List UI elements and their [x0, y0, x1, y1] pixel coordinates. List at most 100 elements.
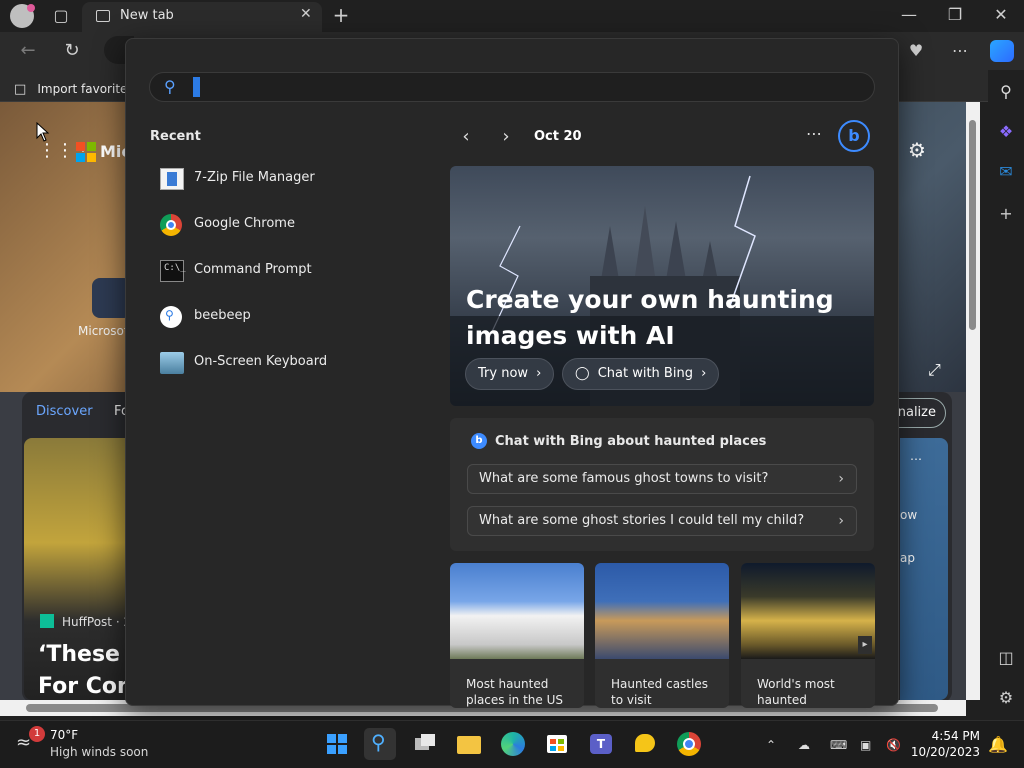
suggestion-label: What are some famous ghost towns to visi… — [479, 471, 769, 486]
castle-image — [595, 563, 729, 659]
feed-tab-discover[interactable]: Discover — [36, 404, 93, 419]
more-options-icon[interactable]: ⋯ — [806, 124, 823, 143]
bing-icon[interactable]: b — [838, 120, 870, 152]
sidebar-settings-icon[interactable]: ⚙ — [994, 686, 1018, 710]
recent-item-cmd[interactable]: C:\_ Command Prompt — [158, 254, 428, 288]
weather-card-button[interactable]: ap — [900, 551, 915, 565]
recent-item-7zip[interactable]: 7-Zip File Manager — [158, 162, 428, 196]
store-icon[interactable] — [541, 728, 573, 760]
hero-title: Create your own haunting images with AI — [466, 285, 834, 350]
chrome-icon — [160, 214, 182, 236]
taskbar-search-icon[interactable]: ⚲ — [364, 728, 396, 760]
recent-item-label: On-Screen Keyboard — [194, 354, 328, 369]
huffpost-logo — [40, 614, 54, 628]
outlook-icon[interactable]: ✉ — [994, 160, 1018, 184]
restore-icon[interactable]: ❐ — [944, 4, 966, 26]
thumb-worlds-most-haunted[interactable]: World's most haunted — [741, 563, 875, 708]
chevron-right-icon: › — [838, 471, 844, 487]
vertical-scroll-thumb[interactable] — [969, 120, 976, 330]
search-icon: ⚲ — [160, 306, 182, 328]
news-source: HuffPost · 2 — [62, 615, 132, 629]
recent-item-osk[interactable]: On-Screen Keyboard — [158, 346, 428, 380]
thumb-caption: Haunted castles to visit — [611, 677, 708, 707]
previous-icon[interactable]: ‹ — [456, 126, 476, 148]
app-tile-label: Microsof — [78, 324, 129, 338]
recent-item-label: Command Prompt — [194, 262, 312, 277]
more-menu-icon[interactable]: ⋯ — [948, 40, 972, 62]
search-box-icon: ⚲ — [164, 77, 176, 96]
import-icon: □ — [14, 82, 27, 97]
weather-badge: 1 — [29, 726, 45, 742]
sticky-notes-icon[interactable] — [629, 728, 661, 760]
suggestion-ghost-stories[interactable]: What are some ghost stories I could tell… — [467, 506, 857, 536]
text-cursor — [193, 77, 200, 97]
volume-muted-icon[interactable]: 🔇 — [886, 738, 901, 752]
settings-icon[interactable]: ⚙ — [908, 138, 926, 162]
search-icon[interactable]: ⚲ — [994, 80, 1018, 104]
recent-item-label: beebeep — [194, 308, 251, 323]
close-window-icon[interactable]: ✕ — [990, 4, 1012, 26]
clock-time[interactable]: 4:54 PM — [910, 729, 980, 743]
chat-panel-title: Chat with Bing about haunted places — [495, 434, 767, 449]
weather-card-text: ow — [900, 508, 918, 522]
import-favorites-link[interactable]: □ Import favorites — [14, 78, 134, 97]
copilot-icon[interactable] — [990, 40, 1014, 62]
thumb-haunted-places[interactable]: Most haunted places in the US — [450, 563, 584, 708]
next-icon[interactable]: › — [496, 126, 516, 148]
chat-with-bing-button[interactable]: ◯ Chat with Bing › — [562, 358, 720, 390]
edge-icon[interactable] — [497, 728, 529, 760]
carousel-next-icon[interactable]: ▸ — [858, 636, 872, 654]
add-icon[interactable]: + — [994, 202, 1018, 226]
suggestion-ghost-towns[interactable]: What are some famous ghost towns to visi… — [467, 464, 857, 494]
minimize-icon[interactable]: — — [898, 4, 920, 26]
chevron-right-icon: › — [536, 366, 542, 381]
search-box[interactable]: ⚲ — [149, 72, 875, 102]
close-tab-icon[interactable]: ✕ — [300, 6, 312, 22]
chat-with-bing-label: Chat with Bing — [597, 366, 693, 381]
suggestion-label: What are some ghost stories I could tell… — [479, 513, 805, 528]
weather-card[interactable] — [900, 438, 948, 700]
try-now-label: Try now — [478, 366, 529, 381]
refresh-icon[interactable]: ↻ — [60, 40, 84, 62]
thumb-haunted-castles[interactable]: Haunted castles to visit — [595, 563, 729, 708]
clock-date[interactable]: 10/20/2023 — [900, 745, 980, 759]
expand-icon[interactable]: ⤢ — [928, 360, 941, 380]
recent-item-beebeep[interactable]: ⚲ beebeep — [158, 300, 428, 334]
hotel-image — [450, 563, 584, 659]
tab-new-tab[interactable]: New tab ✕ — [82, 2, 322, 32]
keyboard-icon — [160, 352, 184, 374]
weather-temperature[interactable]: 70°F — [50, 728, 78, 742]
start-icon[interactable] — [321, 728, 353, 760]
weather-description[interactable]: High winds soon — [50, 745, 148, 759]
file-explorer-icon[interactable] — [453, 728, 485, 760]
profile-avatar[interactable] — [10, 4, 35, 28]
microsoft-logo — [76, 142, 96, 162]
health-icon[interactable]: ♥ — [904, 40, 928, 62]
thumb-caption: World's most haunted — [757, 677, 835, 707]
tab-title: New tab — [120, 8, 174, 23]
new-tab-icon[interactable]: + — [330, 4, 352, 26]
tab-actions-icon[interactable]: ▢ — [50, 5, 72, 27]
import-favorites-label: Import favorites — [37, 82, 134, 96]
bing-chat-icon: b — [471, 433, 487, 449]
cmd-icon: C:\_ — [160, 260, 186, 282]
recent-item-chrome[interactable]: Google Chrome — [158, 208, 428, 242]
task-view-icon[interactable] — [409, 728, 441, 760]
onedrive-icon[interactable]: ☁ — [798, 738, 810, 752]
sidebar-toggle-icon[interactable]: ◫ — [994, 646, 1018, 670]
recent-item-label: 7-Zip File Manager — [194, 170, 315, 185]
weather-card-more-icon[interactable]: ⋯ — [910, 452, 922, 466]
teams-icon[interactable]: T — [585, 728, 617, 760]
notification-bell-icon[interactable]: 🔔 — [988, 735, 1008, 754]
chrome-taskbar-icon[interactable] — [673, 728, 705, 760]
try-now-button[interactable]: Try now › — [465, 358, 555, 390]
chevron-up-icon[interactable]: ⌃ — [766, 738, 776, 752]
search-input[interactable] — [200, 76, 850, 98]
tower-image — [741, 563, 875, 659]
back-icon[interactable]: ← — [16, 40, 40, 62]
keyboard-tray-icon[interactable]: ⌨ — [830, 738, 847, 752]
copilot-sidebar-icon[interactable]: ❖ — [994, 120, 1018, 144]
chat-icon: ◯ — [575, 366, 590, 381]
display-icon[interactable]: ▣ — [860, 738, 871, 752]
personalize-label: nalize — [897, 405, 936, 420]
